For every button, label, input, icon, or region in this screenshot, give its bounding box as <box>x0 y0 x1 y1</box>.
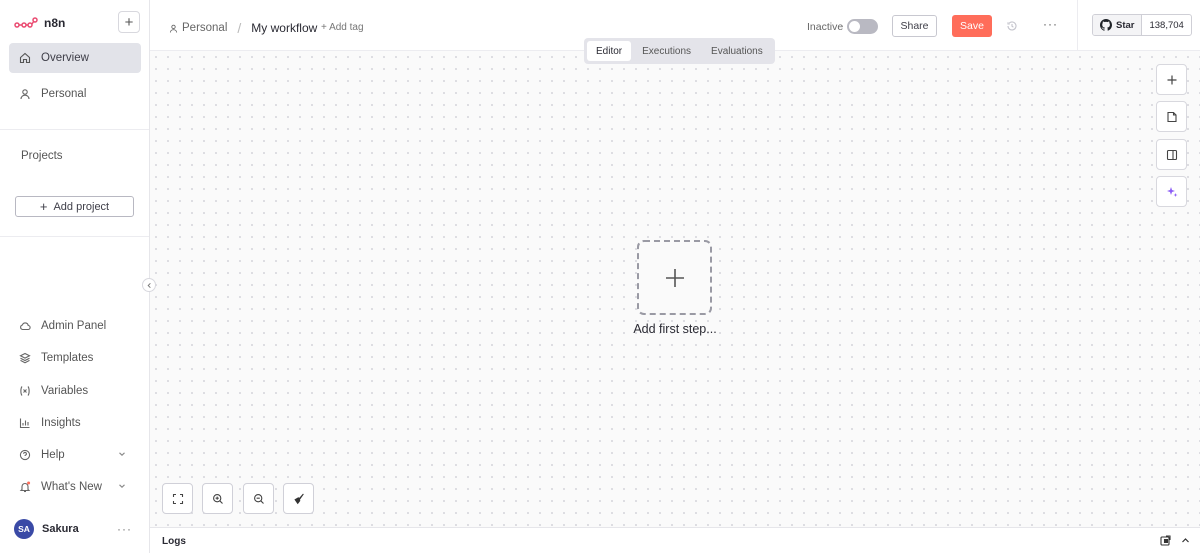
sidebar-divider <box>0 129 149 130</box>
breadcrumb-personal[interactable]: Personal <box>169 22 227 34</box>
sidebar-item-variables[interactable]: Variables <box>9 376 141 406</box>
sidebar-divider <box>0 236 149 237</box>
sidebar-item-templates[interactable]: Templates <box>9 343 141 373</box>
collapse-sidebar-button[interactable] <box>142 278 156 292</box>
sticky-note-icon <box>1166 111 1177 122</box>
zoom-out-icon <box>253 493 264 504</box>
zoom-out-button[interactable] <box>243 483 274 514</box>
sidebar: n8n + Overview Personal Projects + Add p… <box>0 0 156 553</box>
variable-icon <box>20 386 30 396</box>
zoom-in-icon <box>212 493 223 504</box>
workflow-title[interactable]: My workflow <box>251 21 317 35</box>
sidebar-item-label: Insights <box>41 417 81 429</box>
toggle-side-panel-button[interactable] <box>1156 139 1187 170</box>
breadcrumb-separator: / <box>237 20 242 36</box>
add-first-step-label: Add first step... <box>633 322 717 336</box>
sidebar-item-help[interactable]: Help <box>9 440 141 470</box>
add-first-step-button[interactable] <box>637 240 712 315</box>
sidebar-item-label: Templates <box>41 352 94 364</box>
chevron-down-icon <box>119 484 125 488</box>
create-new-button[interactable]: + <box>118 11 140 33</box>
toggle-knob <box>849 21 860 32</box>
add-project-label: Add project <box>53 200 110 213</box>
history-icon[interactable] <box>1006 20 1018 32</box>
github-icon <box>1100 19 1112 31</box>
layers-icon <box>19 352 31 364</box>
plus-icon <box>1167 75 1176 84</box>
sidebar-item-insights[interactable]: Insights <box>9 408 141 438</box>
bar-chart-icon <box>19 418 30 429</box>
logs-panel-bar[interactable]: Logs <box>150 527 1200 553</box>
sidebar-item-label: Help <box>41 449 65 461</box>
sidebar-item-label: Personal <box>41 88 87 100</box>
github-star-label: Star <box>1116 19 1135 31</box>
help-circle-icon <box>19 449 31 461</box>
breadcrumb-label: Personal <box>182 22 228 34</box>
chevron-up-icon[interactable] <box>1181 536 1190 545</box>
plus-icon: + <box>39 199 48 214</box>
tab-executions[interactable]: Executions <box>633 41 700 61</box>
ai-assistant-button[interactable] <box>1156 176 1187 207</box>
sidebar-item-label: Overview <box>41 52 89 64</box>
zoom-to-fit-button[interactable] <box>162 483 193 514</box>
user-name: Sakura <box>42 523 79 535</box>
sidebar-item-label: What's New <box>41 481 102 493</box>
chevron-left-icon <box>147 282 151 288</box>
sidebar-item-admin-panel[interactable]: Admin Panel <box>9 311 141 341</box>
projects-heading: Projects <box>21 150 63 162</box>
view-tabs: Editor Executions Evaluations <box>584 38 775 64</box>
bell-icon <box>19 481 31 493</box>
brand-name: n8n <box>44 16 66 30</box>
avatar: SA <box>14 519 34 539</box>
broom-icon <box>293 493 304 504</box>
breadcrumb: Personal / My workflow <box>169 20 317 36</box>
n8n-logo-icon <box>14 17 38 28</box>
sidebar-item-label: Admin Panel <box>41 320 107 332</box>
user-menu-button[interactable]: ··· <box>117 522 132 536</box>
brand[interactable]: n8n <box>14 14 65 32</box>
share-button[interactable]: Share <box>892 15 937 37</box>
user-icon <box>20 89 30 100</box>
fit-view-icon <box>172 493 183 504</box>
add-tag-link[interactable]: + Add tag <box>321 22 364 33</box>
header-divider <box>1077 0 1078 51</box>
zoom-in-button[interactable] <box>202 483 233 514</box>
add-project-button[interactable]: + Add project <box>15 196 134 217</box>
more-options-button[interactable]: ··· <box>1043 17 1058 31</box>
cloud-icon <box>20 322 31 331</box>
tab-evaluations[interactable]: Evaluations <box>702 41 772 61</box>
workflow-canvas[interactable]: Editor Executions Evaluations Add first … <box>150 38 1200 527</box>
github-star-label-wrap: Star <box>1093 15 1143 35</box>
plus-icon <box>665 268 684 287</box>
sidebar-item-whats-new[interactable]: What's New <box>9 472 141 502</box>
sidebar-item-personal[interactable]: Personal <box>9 79 141 109</box>
sidebar-item-label: Variables <box>41 385 89 397</box>
tidy-up-button[interactable] <box>283 483 314 514</box>
chevron-down-icon <box>119 452 125 456</box>
user-icon <box>169 24 178 33</box>
tab-editor[interactable]: Editor <box>587 41 632 61</box>
activate-toggle[interactable] <box>847 19 878 34</box>
github-star-count: 138,704 <box>1149 19 1184 31</box>
open-nodes-panel-button[interactable] <box>1156 64 1187 95</box>
home-icon <box>19 52 31 64</box>
sparkle-icon <box>1166 186 1177 197</box>
panel-right-icon <box>1166 149 1177 160</box>
add-sticky-note-button[interactable] <box>1156 101 1187 132</box>
pop-out-icon[interactable] <box>1160 535 1171 546</box>
logs-label: Logs <box>162 536 186 547</box>
sidebar-item-overview[interactable]: Overview <box>9 43 141 73</box>
user-profile[interactable]: SA Sakura ··· <box>14 518 140 540</box>
workflow-status-label: Inactive <box>807 21 844 33</box>
save-button[interactable]: Save <box>952 15 992 37</box>
github-star-button[interactable]: Star 138,704 <box>1092 14 1192 36</box>
